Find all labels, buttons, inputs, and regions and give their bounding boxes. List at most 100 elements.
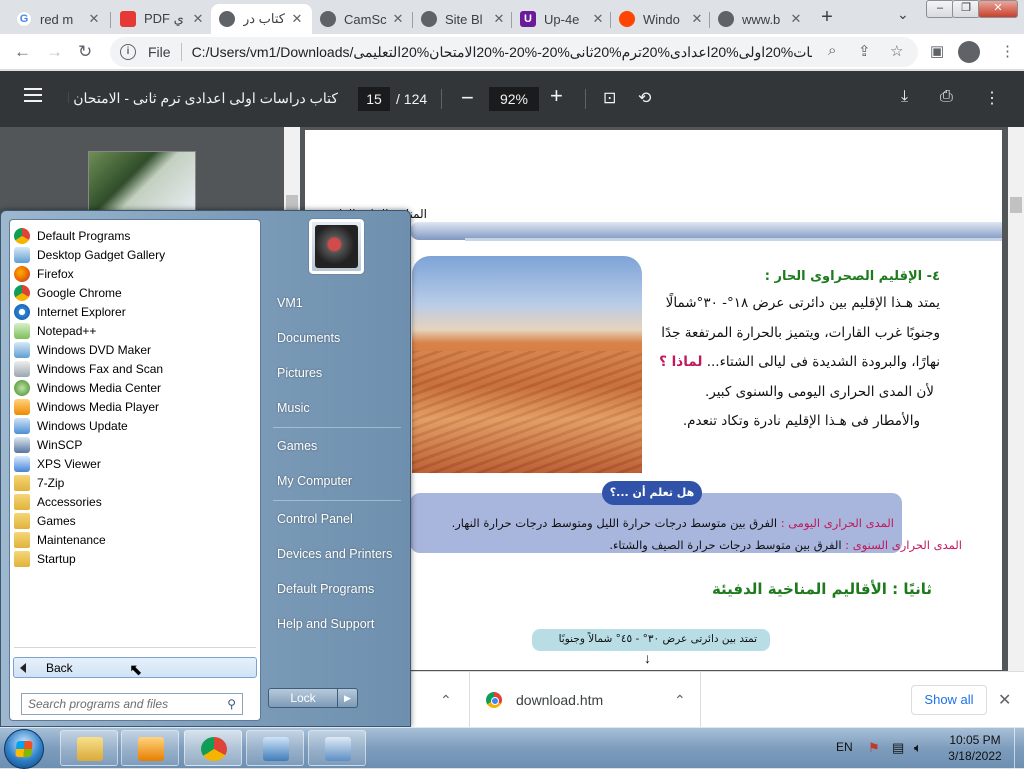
search-icon[interactable]: ⚲ — [227, 697, 236, 711]
side-panel-icon[interactable]: ▣ — [930, 42, 944, 60]
flag-icon[interactable]: ⚑ — [868, 740, 880, 756]
zoom-in-button[interactable]: + — [550, 83, 563, 109]
start-right-item[interactable]: VM1 — [277, 296, 303, 310]
program-item[interactable]: Desktop Gadget Gallery — [12, 245, 258, 264]
taskbar-control-panel[interactable] — [308, 730, 366, 766]
program-item[interactable]: Default Programs — [12, 226, 258, 245]
page-thumbnail[interactable] — [88, 151, 196, 211]
reload-icon[interactable]: ↻ — [78, 42, 92, 62]
taskbar-explorer[interactable] — [60, 730, 118, 766]
download-item[interactable]: download.htm ⌃ — [469, 672, 701, 728]
start-right-item[interactable]: Documents — [277, 331, 340, 345]
program-item[interactable]: Startup — [12, 549, 258, 568]
program-item[interactable]: Firefox — [12, 264, 258, 283]
print-icon[interactable]: ⎙ — [940, 88, 953, 106]
rotate-icon[interactable]: ⟲ — [638, 88, 651, 108]
tab-strip: G red m ✕ PDF ي ✕ كتاب در ✕ CamSc ✕ Site… — [0, 0, 1024, 34]
search-programs-input[interactable]: Search programs and files ⚲ — [21, 693, 243, 715]
start-right-item[interactable]: Music — [277, 401, 310, 415]
tab-5[interactable]: Site Bl ✕ — [413, 4, 514, 34]
back-arrow-icon[interactable]: ← — [14, 42, 31, 62]
language-indicator[interactable]: EN — [836, 740, 853, 754]
start-right-item[interactable]: Pictures — [277, 366, 322, 380]
download-icon[interactable]: ⤓ — [901, 88, 908, 106]
program-item[interactable]: 7-Zip — [12, 473, 258, 492]
tab-4[interactable]: CamSc ✕ — [312, 4, 413, 34]
start-right-item[interactable]: Devices and Printers — [277, 547, 392, 561]
chevron-down-icon[interactable]: ⌄ — [897, 6, 909, 23]
header-band-line — [465, 238, 1002, 241]
section2-title: ثانيًا : الأقاليم المناخية الدفيئة — [711, 580, 932, 598]
zoom-level-input[interactable]: 92% — [489, 87, 539, 111]
system-clock[interactable]: 10:05 PM 3/18/2022 — [942, 732, 1008, 764]
start-right-item[interactable]: Games — [277, 439, 317, 453]
zoom-search-icon[interactable]: ⌕ — [828, 42, 836, 59]
tab-1[interactable]: G red m ✕ — [8, 4, 109, 34]
folder-icon — [14, 550, 30, 567]
program-item[interactable]: Windows DVD Maker — [12, 340, 258, 359]
url-text[interactable]: C:/Users/vm1/Downloads/كتاب%20دراسات%20ا… — [192, 44, 812, 61]
program-item[interactable]: Windows Media Player — [12, 397, 258, 416]
forward-arrow-icon[interactable]: → — [46, 42, 63, 62]
tab-6[interactable]: U Up-4e ✕ — [512, 4, 613, 34]
chevron-up-icon[interactable]: ⌃ — [674, 692, 686, 709]
program-item[interactable]: Notepad++ — [12, 321, 258, 340]
close-icon[interactable]: ✕ — [690, 11, 704, 27]
taskbar-media-player[interactable] — [121, 730, 179, 766]
close-icon[interactable]: ✕ — [87, 11, 101, 27]
user-picture[interactable] — [308, 218, 365, 275]
more-menu-icon[interactable]: ⋮ — [1000, 42, 1015, 60]
program-item[interactable]: Google Chrome — [12, 283, 258, 302]
program-item[interactable]: Internet Explorer — [12, 302, 258, 321]
pdf-more-icon[interactable]: ⋮ — [984, 88, 1000, 108]
share-icon[interactable]: ⇪ — [858, 42, 871, 60]
close-icon[interactable]: ✕ — [789, 11, 803, 27]
tab-2[interactable]: PDF ي ✕ — [112, 4, 213, 34]
chevron-up-icon[interactable]: ⌃ — [440, 692, 452, 709]
info-icon[interactable]: i — [120, 44, 136, 60]
chevron-right-icon[interactable]: ▶ — [337, 689, 357, 707]
program-item[interactable]: WinSCP — [12, 435, 258, 454]
network-icon[interactable]: ▤ — [892, 740, 904, 756]
program-item[interactable]: Maintenance — [12, 530, 258, 549]
start-button[interactable] — [4, 729, 44, 769]
close-icon[interactable]: ✕ — [391, 11, 405, 27]
program-item[interactable]: Windows Fax and Scan — [12, 359, 258, 378]
program-item[interactable]: Accessories — [12, 492, 258, 511]
close-icon[interactable]: ✕ — [290, 11, 304, 27]
volume-icon[interactable]: 🔈︎ — [914, 740, 922, 756]
minimize-button[interactable]: – — [926, 0, 954, 18]
program-item[interactable]: Windows Update — [12, 416, 258, 435]
program-item[interactable]: Games — [12, 511, 258, 530]
taskbar-chrome[interactable] — [184, 730, 242, 766]
bookmark-star-icon[interactable]: ☆ — [890, 42, 903, 60]
tab-7[interactable]: Windo ✕ — [611, 4, 712, 34]
close-icon[interactable]: ✕ — [191, 11, 205, 27]
program-item[interactable]: XPS Viewer — [12, 454, 258, 473]
start-right-item[interactable]: Help and Support — [277, 617, 374, 631]
taskbar-remote-desktop[interactable] — [246, 730, 304, 766]
close-icon[interactable]: ✕ — [998, 690, 1011, 710]
zoom-out-button[interactable]: − — [461, 85, 474, 111]
fit-page-icon[interactable]: ⊡ — [603, 88, 616, 108]
close-icon[interactable]: ✕ — [492, 11, 506, 27]
profile-avatar[interactable] — [958, 41, 980, 63]
lock-button[interactable]: Lock ▶ — [268, 688, 358, 708]
start-right-item[interactable]: My Computer — [277, 474, 352, 488]
page-number-input[interactable]: 15 — [358, 87, 390, 111]
close-icon[interactable]: ✕ — [591, 11, 605, 27]
show-desktop-button[interactable] — [1014, 728, 1024, 769]
address-bar[interactable]: i File C:/Users/vm1/Downloads/كتاب%20درا… — [110, 37, 918, 67]
close-window-button[interactable]: ✕ — [978, 0, 1018, 18]
start-right-item[interactable]: Control Panel — [277, 512, 353, 526]
show-all-button[interactable]: Show all — [911, 685, 987, 715]
new-tab-button[interactable]: + — [817, 6, 837, 29]
maximize-button[interactable]: ❐ — [952, 0, 980, 18]
hamburger-menu-icon[interactable] — [24, 88, 42, 106]
tab-8[interactable]: www.b ✕ — [710, 4, 811, 34]
start-right-item[interactable]: Default Programs — [277, 582, 374, 596]
tab-3-active[interactable]: كتاب در ✕ — [211, 4, 312, 34]
folder-icon — [14, 531, 30, 548]
document-scrollbar[interactable] — [1008, 127, 1024, 671]
program-item[interactable]: Windows Media Center — [12, 378, 258, 397]
